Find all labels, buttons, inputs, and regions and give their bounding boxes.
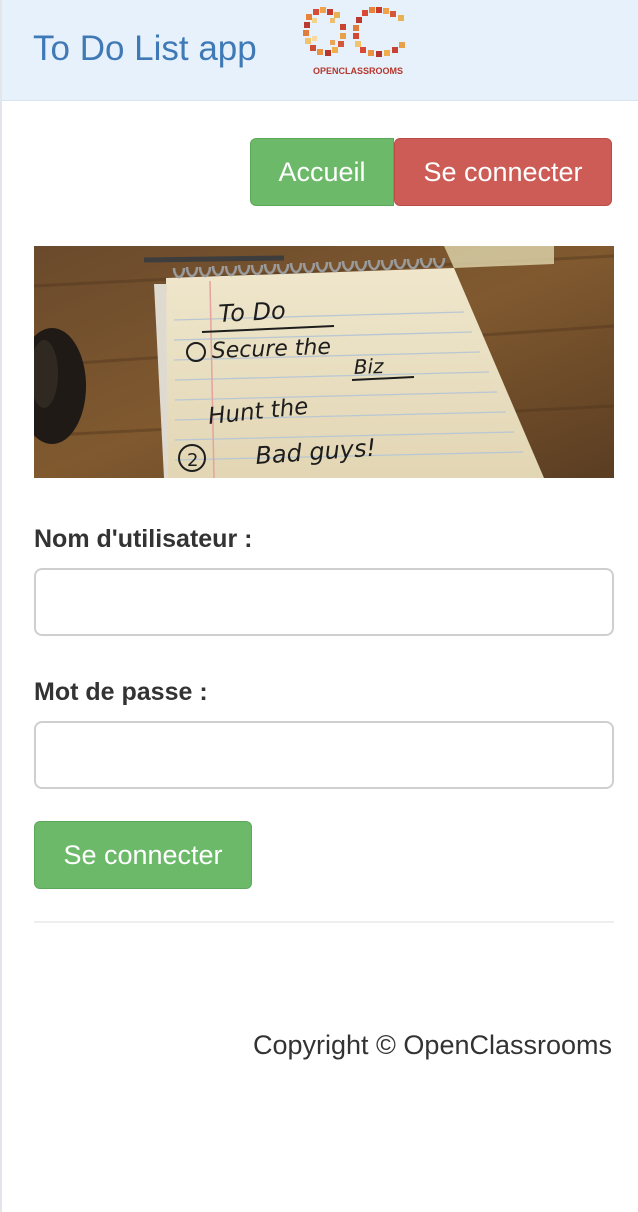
- navbar: To Do List app OPENCLASSROOMS: [2, 0, 638, 101]
- note-line-1: To Do: [218, 297, 287, 328]
- logo-mosaic-o: [303, 7, 346, 56]
- brand-link[interactable]: To Do List app: [33, 28, 257, 70]
- page: To Do List app OPENCLASSROOMS Accueil Se…: [0, 0, 638, 1212]
- password-label: Mot de passe :: [34, 678, 208, 706]
- password-input[interactable]: [34, 721, 614, 789]
- logo-mosaic-c: [353, 7, 405, 57]
- login-nav-button[interactable]: Se connecter: [394, 138, 612, 206]
- note-line-2: Secure the: [211, 335, 331, 364]
- note-line-3: Biz: [353, 354, 384, 379]
- svg-text:2: 2: [187, 450, 198, 471]
- login-form: Nom d'utilisateur : Mot de passe : Se co…: [34, 520, 614, 889]
- home-button[interactable]: Accueil: [250, 138, 394, 206]
- logo-wordmark: OPENCLASSROOMS: [313, 66, 403, 76]
- login-submit-button[interactable]: Se connecter: [34, 821, 252, 889]
- username-label: Nom d'utilisateur :: [34, 525, 253, 553]
- openclassrooms-logo: OPENCLASSROOMS: [303, 7, 405, 76]
- username-input[interactable]: [34, 568, 614, 636]
- password-group: Mot de passe :: [34, 673, 614, 789]
- todo-notepad-image: To Do Secure the Biz Hunt the Bad guys! …: [34, 246, 614, 478]
- footer-copyright: Copyright © OpenClassrooms: [252, 1030, 612, 1060]
- header-actions: Accueil Se connecter: [250, 138, 612, 206]
- footer-divider: [34, 921, 614, 923]
